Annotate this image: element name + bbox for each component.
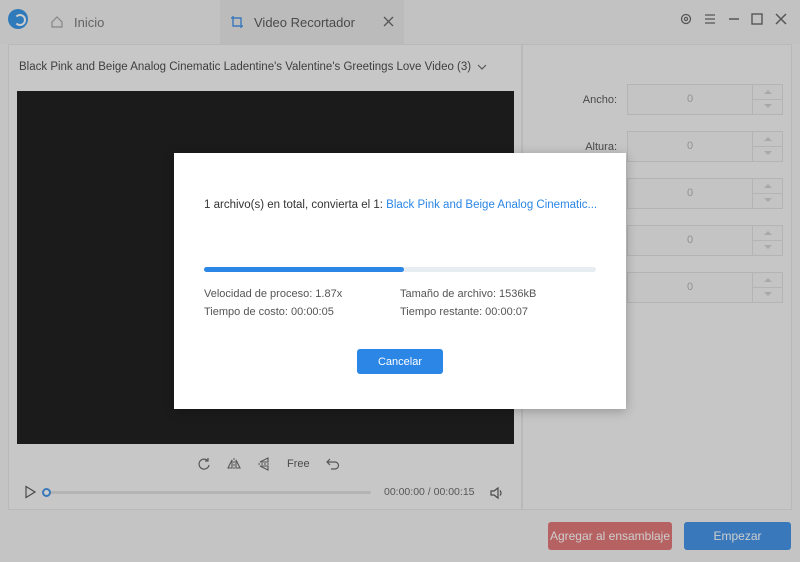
cancel-button[interactable]: Cancelar [357, 349, 443, 374]
progress-dialog: 1 archivo(s) en total, convierta el 1: B… [174, 153, 626, 409]
dialog-message: 1 archivo(s) en total, convierta el 1: B… [204, 199, 597, 211]
cost-time-text: Tiempo de costo: 00:00:05 [204, 306, 334, 318]
progress-fill [204, 267, 404, 272]
size-text: Tamaño de archivo: 1536kB [400, 288, 537, 300]
message-file-link[interactable]: Black Pink and Beige Analog Cinematic... [386, 199, 597, 211]
remaining-time-text: Tiempo restante: 00:00:07 [400, 306, 529, 318]
speed-text: Velocidad de proceso: 1.87x [204, 288, 343, 300]
conversion-progress-bar [204, 267, 596, 272]
message-prefix: 1 archivo(s) en total, convierta el 1: [204, 199, 387, 211]
